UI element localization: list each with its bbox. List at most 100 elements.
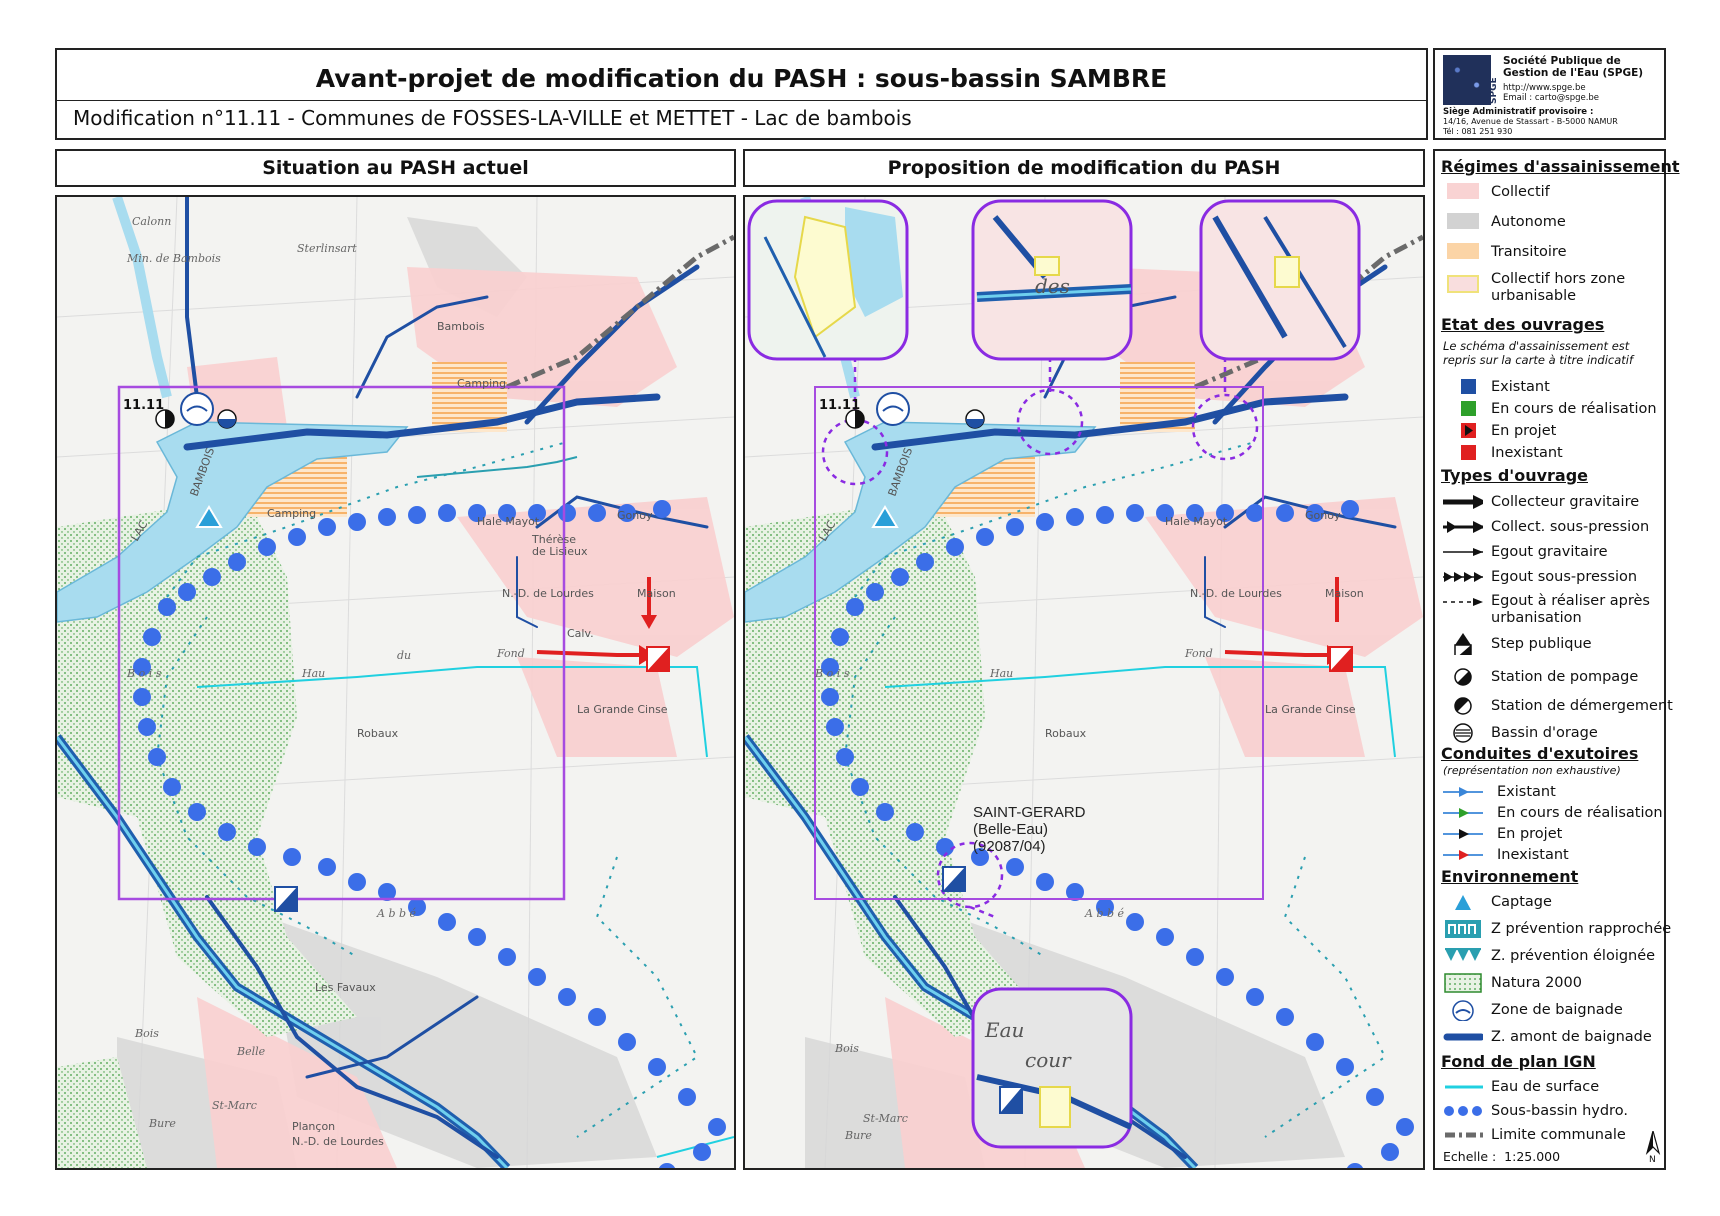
etat-en-cours-swatch [1443,398,1483,420]
org-name: Société Publique de Gestion de l'Eau (SP… [1503,55,1644,79]
type-egout-gravitaire-label: Egout gravitaire [1491,544,1608,560]
etat-inexistant-label: Inexistant [1491,445,1563,461]
station-label-2: (Belle-Eau) [973,821,1048,838]
legend-ign-row: Limite communale [1435,1124,1665,1146]
env-zone-baignade-label: Zone de baignade [1491,1002,1623,1018]
legend-regime-row: Collectif [1435,181,1665,203]
legend-env-row: Zone de baignade [1435,999,1665,1021]
place-du: du [397,649,411,662]
regime-autonome-label: Autonome [1491,214,1566,230]
map-proposal-svg: des Eau cour 11.11 Gonoy Hale Mayot N.-D… [745,197,1423,1168]
captage-icon [1455,895,1471,910]
place-robaux: Robaux [357,727,399,740]
legend-env-row: Captage [1435,891,1665,913]
step-publique-icon [1454,633,1472,655]
exutoire-en-cours-label: En cours de réalisation [1497,805,1663,821]
legend-exutoire-row: En projet [1435,823,1665,845]
place-bois: Bois [834,1042,859,1055]
inset-zoom-4[interactable]: Eau cour [971,987,1133,1149]
legend-regimes-title: Régimes d'assainissement [1441,157,1680,176]
place-hau: Hau [989,667,1013,680]
place-nd-lourdes: N.-D. de Lourdes [502,587,594,600]
ign-sous-bassin-label: Sous-bassin hydro. [1491,1103,1628,1119]
regime-autonome-swatch [1443,211,1483,233]
place-bois: Bois [134,1027,159,1040]
inset-zoom-3[interactable] [1199,199,1361,361]
exutoire-inexistant-icon [1443,850,1483,860]
exutoire-existant-label: Existant [1497,784,1556,800]
legend-env-row: Z. prévention éloignée [1435,945,1665,967]
legend-ign-row: Sous-bassin hydro. [1435,1100,1665,1122]
type-step-publique-label: Step publique [1491,636,1592,652]
amont-baignade-icon [1443,1033,1483,1041]
egout-apres-urbanisation-icon [1443,598,1483,606]
place-fond: Fond [1184,647,1213,660]
legend-ign-title: Fond de plan IGN [1441,1052,1596,1071]
place-lisieux: de Lisieux [532,545,588,558]
etat-existant-label: Existant [1491,379,1550,395]
type-collect-sous-pression-label: Collect. sous-pression [1491,519,1650,535]
legend-type-row: Egout gravitaire [1435,541,1665,563]
place-maison: Maison [1325,587,1364,600]
regime-collectif-swatch [1443,181,1483,203]
legend-exutoire-row: En cours de réalisation [1435,802,1665,824]
place-abbe: A b b é [376,907,417,920]
ign-eau-surface-label: Eau de surface [1491,1079,1600,1095]
panel-title-proposal: Proposition de modification du PASH [743,149,1425,187]
exutoire-inexistant-label: Inexistant [1497,847,1569,863]
place-bambois: Bambois [437,320,485,333]
address-line: 14/16, Avenue de Stassart - B-5000 NAMUR [1443,117,1618,126]
legend-etat-row: En projet [1435,420,1665,442]
station-demergement-icon [1454,697,1472,715]
place-grande-cinse: La Grande Cinse [1265,703,1356,716]
legend-etat-row: Inexistant [1435,442,1665,464]
address-title: Siège Administratif provisoire : [1443,107,1594,117]
sous-bassin-icon [1444,1106,1482,1116]
legend-type-row: Step publique [1435,633,1665,661]
place-sterlinsart: Sterlinsart [297,242,357,255]
org-address: Siège Administratif provisoire : 14/16, … [1443,107,1663,137]
legend-types-title: Types d'ouvrage [1441,466,1588,485]
scale-value: 1:25.000 [1504,1149,1561,1164]
env-prevention-eloignee-label: Z. prévention éloignée [1491,948,1656,964]
legend-env-row: Natura 2000 [1435,972,1665,994]
inset-zoom-2[interactable]: des [971,199,1133,361]
scale: Echelle : 1:25.000 [1443,1149,1560,1164]
place-robaux: Robaux [1045,727,1087,740]
place-gonoy: Gonoy [617,509,653,522]
logo-vertical-text: SPGE [1489,77,1499,104]
type-station-pompage-label: Station de pompage [1491,669,1639,685]
exutoire-en-projet-label: En projet [1497,826,1563,842]
legend-regime-row: Collectif hors zone urbanisable [1435,269,1665,305]
etat-inexistant-swatch [1443,442,1483,464]
legend-exutoire-row: Inexistant [1435,844,1665,866]
place-bois-big: B o i s [126,667,162,680]
zone-id-label: 11.11 [123,398,164,413]
spge-logo-icon [1443,55,1491,105]
regime-transitoire-swatch [1443,241,1483,263]
org-web[interactable]: http://www.spge.be [1503,83,1599,93]
place-hau: Hau [301,667,325,680]
legend-exutoires-note: (représentation non exhaustive) [1443,764,1621,777]
legend-etat-title: Etat des ouvrages [1441,315,1605,334]
map-current[interactable]: 11.11 Bambois Camping Camping Gonoy Hale… [55,195,736,1170]
inset-zoom-1[interactable] [747,199,909,361]
station-label-3: (92087/04) [973,838,1046,855]
scale-label: Echelle : [1443,1149,1497,1164]
map-proposal[interactable]: des Eau cour 11.11 Gonoy Hale Mayot N.-D… [743,195,1425,1170]
type-bassin-orage-label: Bassin d'orage [1491,725,1598,741]
legend-env-title: Environnement [1441,867,1579,886]
org-email[interactable]: Email : carto@spge.be [1503,93,1599,103]
inset-label-des: des [1035,274,1070,298]
legend-regime-row: Transitoire [1435,241,1665,263]
place-st-marc: St-Marc [863,1112,908,1125]
place-les-favaux: Les Favaux [315,981,376,994]
place-bure: Bure [148,1117,176,1130]
env-captage-label: Captage [1491,894,1552,910]
regime-hors-zone-label: Collectif hors zone urbanisable [1491,271,1626,304]
inset-label-eau: Eau [984,1018,1024,1042]
etat-en-cours-label: En cours de réalisation [1491,401,1657,417]
map-title: Avant-projet de modification du PASH : s… [57,58,1426,101]
place-gonoy: Gonoy [1305,509,1341,522]
type-station-demergement-label: Station de démergement [1491,698,1673,714]
